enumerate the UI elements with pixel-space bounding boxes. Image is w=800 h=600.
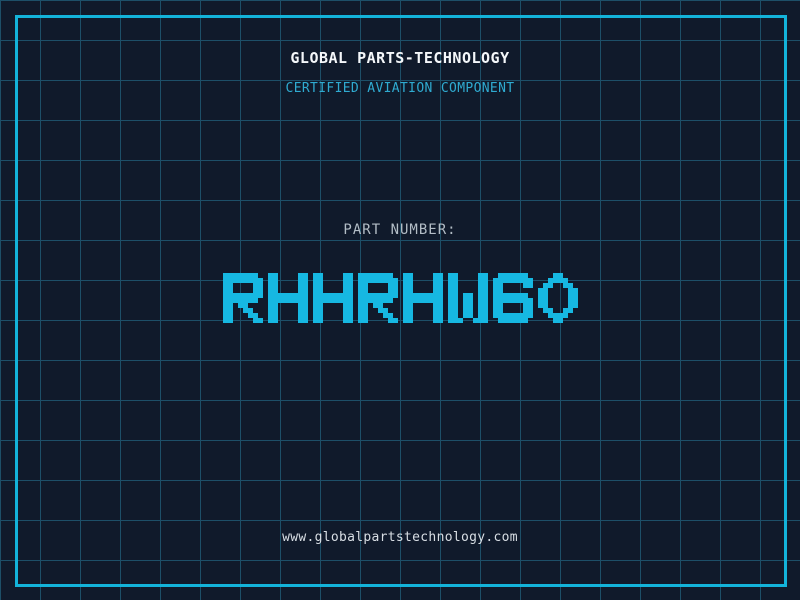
part-number-glyph [403, 273, 443, 323]
part-number-glyph [313, 273, 353, 323]
website-url: www.globalpartstechnology.com [0, 530, 800, 545]
company-title: GLOBAL PARTS-TECHNOLOGY [0, 49, 800, 67]
part-number-glyph [448, 273, 488, 323]
part-number-glyph [223, 273, 263, 323]
part-number-glyph [538, 273, 578, 323]
part-number-label: PART NUMBER: [0, 222, 800, 238]
part-number-glyph [358, 273, 398, 323]
part-number-display [0, 273, 800, 323]
certification-subtitle: CERTIFIED AVIATION COMPONENT [0, 81, 800, 96]
part-number-glyph [493, 273, 533, 323]
blueprint-page: { "header": { "title": "GLOBAL PARTS-TEC… [0, 0, 800, 600]
part-number-glyph [268, 273, 308, 323]
